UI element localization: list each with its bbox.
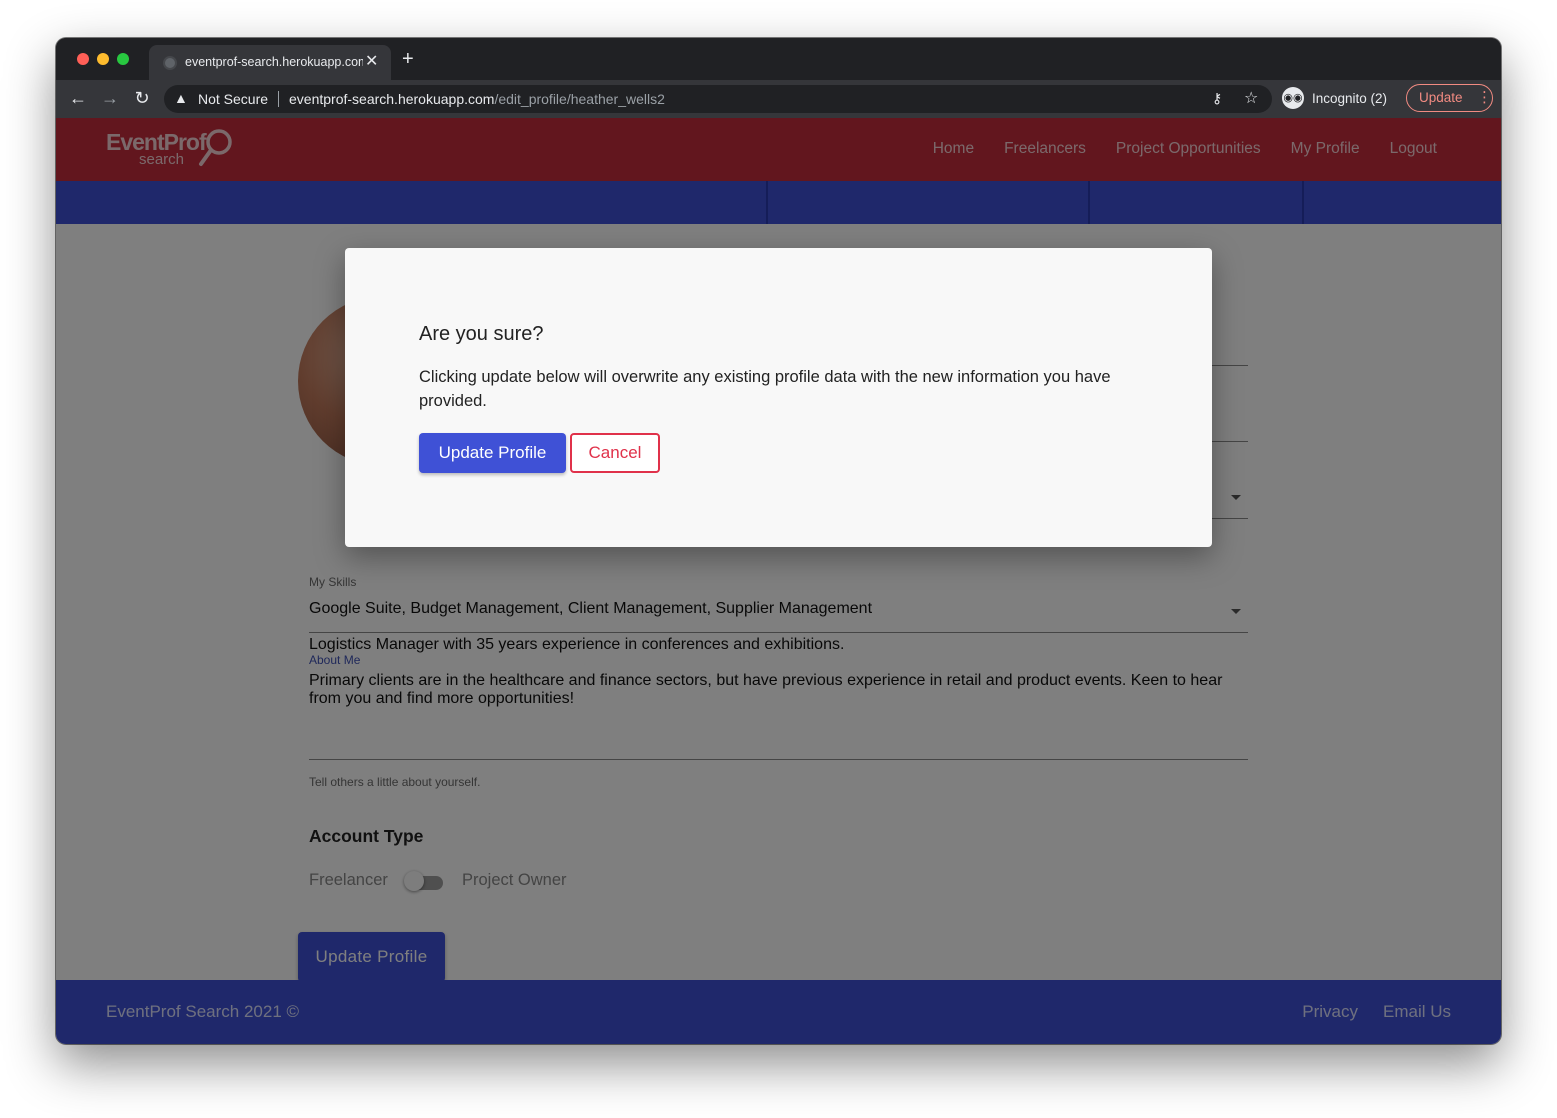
- browser-update-label: Update: [1419, 90, 1463, 105]
- page-viewport: EventProf search Home Freelancers Projec…: [56, 118, 1501, 1044]
- reload-icon[interactable]: ↻: [131, 88, 153, 108]
- browser-toolbar: ← → ↻ ▲ Not Secure eventprof-search.hero…: [56, 80, 1501, 118]
- address-bar[interactable]: ▲ Not Secure eventprof-search.herokuapp.…: [164, 85, 1272, 113]
- tab-title: eventprof-search.herokuapp.com: [185, 55, 363, 69]
- close-window-button[interactable]: [77, 53, 89, 65]
- url-path: /edit_profile/heather_wells2: [494, 91, 665, 107]
- minimize-window-button[interactable]: [97, 53, 109, 65]
- incognito-icon: ◉◉: [1282, 87, 1304, 109]
- url-text[interactable]: eventprof-search.herokuapp.com/edit_prof…: [289, 91, 665, 107]
- security-status[interactable]: Not Secure: [198, 91, 268, 107]
- dialog-body: Clicking update below will overwrite any…: [419, 368, 1111, 410]
- incognito-indicator[interactable]: ◉◉ Incognito (2): [1278, 85, 1402, 113]
- address-separator: [278, 91, 279, 107]
- incognito-label: Incognito (2): [1312, 91, 1388, 106]
- new-tab-icon[interactable]: +: [402, 49, 414, 69]
- tab-strip: eventprof-search.herokuapp.com ✕ +: [56, 38, 1501, 80]
- close-tab-icon[interactable]: ✕: [365, 52, 378, 72]
- browser-window: eventprof-search.herokuapp.com ✕ + ← → ↻…: [56, 38, 1501, 1044]
- back-arrow-icon[interactable]: ←: [67, 88, 89, 108]
- confirm-dialog: Are you sure? Clicking update below will…: [345, 248, 1212, 547]
- browser-update-button[interactable]: Update ⋮: [1406, 84, 1493, 112]
- key-icon[interactable]: ⚷: [1212, 90, 1222, 107]
- cancel-button[interactable]: Cancel: [570, 433, 660, 473]
- confirm-update-button[interactable]: Update Profile: [419, 433, 566, 473]
- browser-tab[interactable]: eventprof-search.herokuapp.com ✕: [149, 45, 391, 80]
- kebab-menu-icon[interactable]: ⋮: [1477, 88, 1492, 106]
- bookmark-star-icon[interactable]: ☆: [1244, 88, 1258, 108]
- dialog-title: Are you sure?: [419, 323, 544, 345]
- url-host: eventprof-search.herokuapp.com: [289, 91, 495, 107]
- globe-icon: [163, 56, 177, 70]
- forward-arrow-icon[interactable]: →: [99, 88, 121, 108]
- warning-icon: ▲: [174, 90, 188, 106]
- maximize-window-button[interactable]: [117, 53, 129, 65]
